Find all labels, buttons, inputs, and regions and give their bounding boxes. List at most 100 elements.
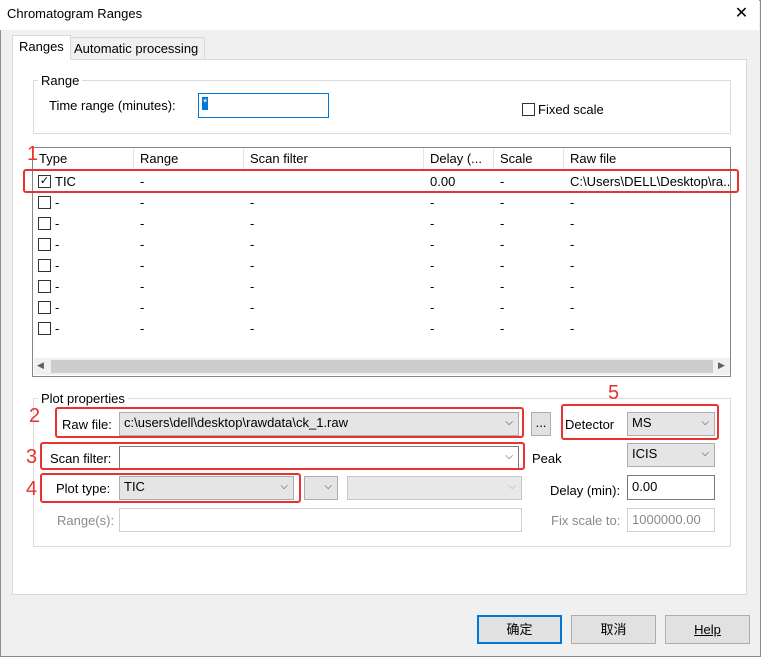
cell-scan-filter: -: [250, 216, 255, 231]
table-row[interactable]: ------: [33, 318, 730, 339]
cell-scan-filter: -: [250, 279, 255, 294]
cancel-button[interactable]: 取消: [571, 615, 656, 644]
cell-type: -: [55, 300, 60, 315]
window-title: Chromatogram Ranges: [7, 6, 143, 21]
fix-scale-label: Fix scale to:: [551, 513, 621, 528]
cell-delay: -: [430, 321, 435, 336]
time-range-label: Time range (minutes):: [49, 98, 176, 113]
cell-range: -: [140, 195, 145, 210]
plot-type-option-combo: ⌵: [347, 476, 522, 500]
annotation-number-2: 2: [29, 405, 41, 427]
cell-scan-filter: -: [250, 258, 255, 273]
annotation-box-2: [55, 407, 524, 438]
table-row[interactable]: ------: [33, 297, 730, 318]
cell-type: -: [55, 216, 60, 231]
cell-scan-filter: -: [250, 195, 255, 210]
cell-raw-file: -: [570, 237, 575, 252]
table-row[interactable]: ------: [33, 192, 730, 213]
cell-range: -: [140, 300, 145, 315]
scroll-right-icon[interactable]: ▶: [718, 360, 725, 371]
row-checkbox[interactable]: [38, 238, 51, 251]
row-checkbox[interactable]: [38, 301, 51, 314]
column-header-scale[interactable]: Scale: [494, 148, 564, 170]
cell-scan-filter: -: [250, 321, 255, 336]
fixed-scale-checkbox[interactable]: [522, 103, 535, 116]
browse-button[interactable]: ...: [531, 412, 551, 436]
fixed-scale-label: Fixed scale: [538, 102, 604, 117]
delay-value: 0.00: [632, 479, 658, 494]
cell-type: -: [55, 195, 60, 210]
peak-combo[interactable]: ICIS ⌵: [627, 443, 715, 467]
cell-range: -: [140, 279, 145, 294]
annotation-box-4: [40, 473, 301, 503]
cell-delay: -: [430, 237, 435, 252]
cell-type: -: [55, 321, 60, 336]
cell-type: -: [55, 258, 60, 273]
range-group-legend: Range: [38, 73, 83, 88]
delay-input[interactable]: 0.00: [627, 475, 715, 500]
column-header-range[interactable]: Range: [134, 148, 244, 170]
cell-delay: -: [430, 300, 435, 315]
annotation-number-3: 3: [26, 446, 38, 468]
horizontal-scrollbar[interactable]: ◀ ▶: [34, 358, 730, 375]
row-checkbox[interactable]: [38, 217, 51, 230]
cell-raw-file: -: [570, 279, 575, 294]
row-checkbox[interactable]: [38, 322, 51, 335]
fix-scale-value: 1000000.00: [632, 512, 701, 527]
table-row[interactable]: ------: [33, 213, 730, 234]
table-row[interactable]: ------: [33, 234, 730, 255]
scrollbar-thumb[interactable]: [51, 360, 713, 373]
ok-button[interactable]: 确定: [477, 615, 562, 644]
time-range-value: *: [202, 97, 209, 110]
cell-scale: -: [500, 237, 505, 252]
cell-scale: -: [500, 279, 505, 294]
close-icon[interactable]: ✕: [724, 0, 759, 28]
ranges-label: Range(s):: [57, 513, 115, 528]
annotation-box-5: [561, 404, 719, 440]
tab-ranges[interactable]: Ranges: [12, 35, 71, 60]
ranges-input: [119, 508, 522, 532]
tab-automatic-processing-label: Automatic processing: [74, 41, 199, 56]
scroll-left-icon[interactable]: ◀: [37, 360, 44, 371]
cell-scale: -: [500, 321, 505, 336]
row-checkbox[interactable]: [38, 280, 51, 293]
tab-ranges-label: Ranges: [19, 39, 64, 54]
cell-type: -: [55, 237, 60, 252]
column-header-scan-filter[interactable]: Scan filter: [244, 148, 424, 170]
title-bar: Chromatogram Ranges ✕: [0, 0, 759, 30]
chevron-down-icon: ⌵: [701, 448, 709, 459]
plot-type-secondary-combo[interactable]: ⌵: [304, 476, 338, 500]
column-header-type[interactable]: Type: [33, 148, 134, 170]
annotation-number-4: 4: [26, 478, 38, 500]
row-checkbox[interactable]: [38, 259, 51, 272]
annotation-box-1: [23, 169, 739, 193]
cell-delay: -: [430, 279, 435, 294]
row-checkbox[interactable]: [38, 196, 51, 209]
help-button-label: Help: [694, 622, 721, 637]
cell-scan-filter: -: [250, 237, 255, 252]
cell-range: -: [140, 237, 145, 252]
annotation-box-3: [40, 442, 525, 470]
plot-properties-legend: Plot properties: [38, 391, 128, 406]
time-range-input[interactable]: *: [198, 93, 329, 118]
cell-raw-file: -: [570, 300, 575, 315]
column-header-delay[interactable]: Delay (...: [424, 148, 494, 170]
cell-range: -: [140, 258, 145, 273]
cell-type: -: [55, 279, 60, 294]
tab-automatic-processing[interactable]: Automatic processing: [67, 37, 206, 59]
cell-scale: -: [500, 216, 505, 231]
table-header: Type Range Scan filter Delay (... Scale …: [33, 148, 730, 170]
table-row[interactable]: ------: [33, 255, 730, 276]
help-button[interactable]: Help: [665, 615, 750, 644]
column-header-raw-file[interactable]: Raw file: [564, 148, 730, 170]
cell-scale: -: [500, 300, 505, 315]
peak-label: Peak: [532, 451, 562, 466]
cell-range: -: [140, 321, 145, 336]
chevron-down-icon: ⌵: [324, 481, 332, 492]
cell-delay: -: [430, 258, 435, 273]
peak-value: ICIS: [632, 446, 658, 461]
cell-raw-file: -: [570, 216, 575, 231]
table-row[interactable]: ------: [33, 276, 730, 297]
cell-raw-file: -: [570, 258, 575, 273]
fix-scale-input: 1000000.00: [627, 508, 715, 532]
